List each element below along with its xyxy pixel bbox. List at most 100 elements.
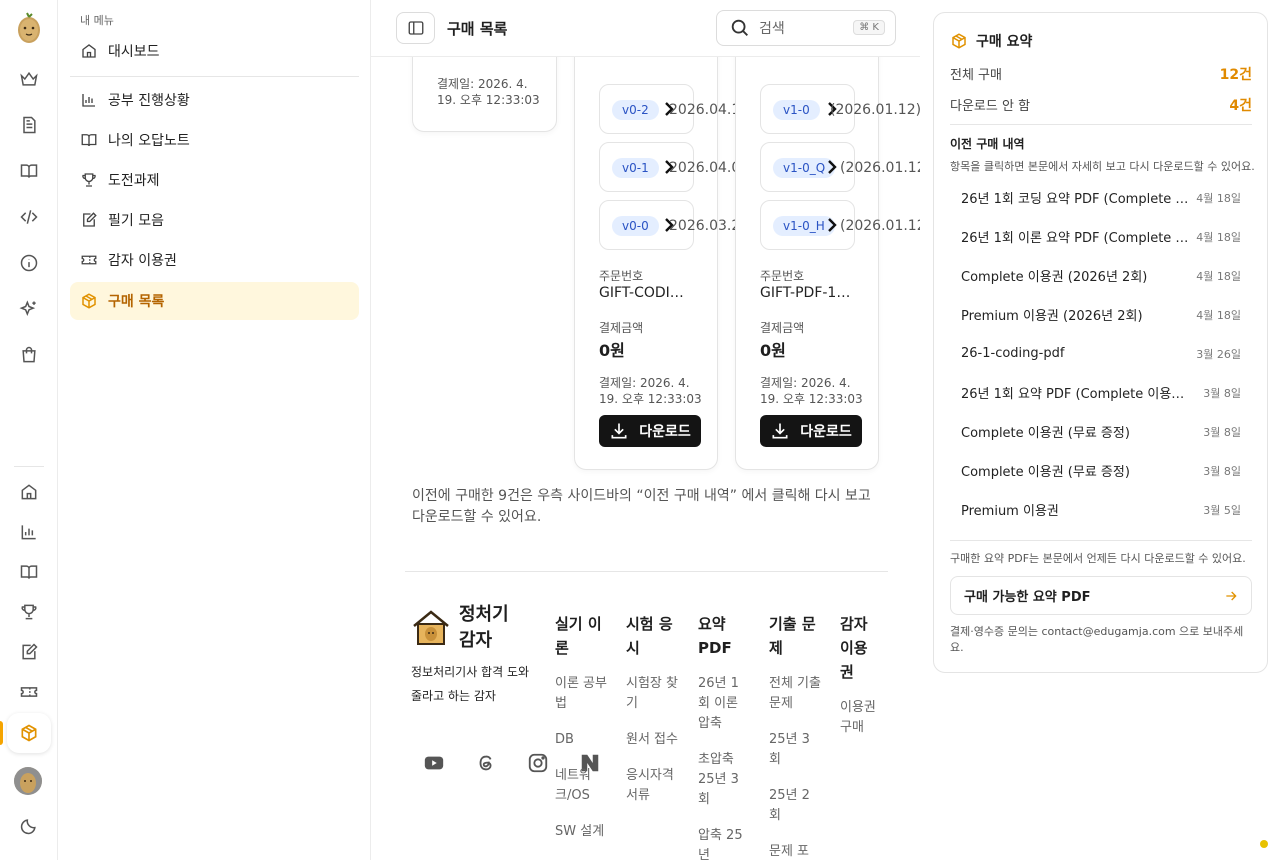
download-label: 다운로드	[639, 424, 691, 440]
history-item[interactable]: Complete 이용권 (2026년 2회) 4월 18일	[950, 256, 1252, 295]
footer-link[interactable]: 이론 공부법	[555, 674, 607, 714]
menu-item-wrong-notes[interactable]: 나의 오답노트	[70, 121, 359, 159]
search-input[interactable]: 검색 ⌘ K	[716, 10, 896, 46]
info-icon[interactable]	[15, 249, 43, 277]
shopping-bag-icon[interactable]	[15, 341, 43, 369]
footer-link[interactable]: 25년 3회	[769, 730, 821, 770]
history-item[interactable]: Complete 이용권 (무료 증정) 3월 8일	[950, 412, 1252, 451]
download-icon	[772, 423, 788, 439]
previous-purchases-note: 이전에 구매한 9건은 우측 사이드바의 “이전 구매 내역” 에서 클릭해 다…	[412, 488, 871, 525]
footer-link[interactable]: 전체 기출문제	[769, 674, 821, 714]
footer-column-heading: 감자 이용권	[840, 615, 868, 681]
footer-link[interactable]: 문제 포	[769, 842, 821, 860]
book-open-icon[interactable]	[15, 157, 43, 185]
main-content: 구매 목록 검색 ⌘ K 결제일: 2026. 4. 19. 오후 12:33:…	[371, 0, 920, 860]
footer-link[interactable]: 압축 25년	[698, 826, 750, 860]
summary-divider	[950, 540, 1252, 541]
footer-link[interactable]: 응시자격 서류	[626, 766, 678, 806]
crown-icon[interactable]	[15, 65, 43, 93]
top-bar: 구매 목록 검색 ⌘ K	[371, 0, 920, 57]
history-item[interactable]: 26년 1회 이론 요약 PDF (Complete 이용권 무료 증정)4월 …	[950, 217, 1252, 256]
amount-value: 0원	[760, 341, 786, 360]
summary-divider	[950, 124, 1252, 125]
trophy-icon[interactable]	[15, 598, 43, 626]
history-item[interactable]: Premium 이용권 3월 5일	[950, 490, 1252, 529]
search-icon	[731, 19, 748, 36]
history-item-title: 26년 1회 요약 PDF (Complete 이용권 무료 증정)	[961, 387, 1193, 402]
summary-row: 전체 구매 12건	[950, 64, 1252, 83]
menu-item-purchases[interactable]: 구매 목록	[70, 282, 359, 320]
brand-house-logo-icon	[413, 610, 449, 645]
potato-logo-icon[interactable]	[14, 12, 44, 44]
menu-heading: 내 메뉴	[80, 14, 114, 27]
footer-divider	[405, 571, 888, 572]
footer-link[interactable]: SW 설계	[555, 822, 607, 842]
menu-item-passes[interactable]: 감자 이용권	[70, 241, 359, 279]
arrow-right-icon	[1226, 591, 1237, 601]
history-item[interactable]: Premium 이용권 (2026년 2회) 4월 18일	[950, 295, 1252, 334]
menu-item-dashboard[interactable]: 대시보드	[70, 32, 359, 70]
history-item-title: Complete 이용권 (2026년 2회)	[961, 270, 1148, 285]
sidebar-toggle-button[interactable]	[396, 12, 435, 44]
menu-item-notes[interactable]: 필기 모음	[70, 201, 359, 239]
history-item[interactable]: Complete 이용권 (무료 증정) 3월 8일	[950, 451, 1252, 490]
instagram-icon[interactable]	[527, 752, 549, 774]
menu-item-label: 대시보드	[108, 44, 160, 60]
book-icon[interactable]	[15, 558, 43, 586]
ticket-icon[interactable]	[15, 678, 43, 706]
threads-icon[interactable]	[475, 752, 497, 774]
avatar[interactable]	[14, 767, 42, 795]
menu-item-label: 도전과제	[108, 173, 160, 189]
code-icon[interactable]	[15, 203, 43, 231]
footer-link[interactable]: 네트워크/OS	[555, 766, 607, 806]
dark-mode-moon-icon[interactable]	[15, 812, 43, 840]
history-item-date: 3월 8일	[1203, 386, 1241, 400]
note-edit-icon[interactable]	[15, 638, 43, 666]
footer-column-heading: 요약 PDF	[698, 615, 732, 657]
footer-link[interactable]: 시험장 찾기	[626, 674, 678, 714]
footer-link[interactable]: 원서 접수	[626, 730, 678, 750]
search-placeholder: 검색	[759, 21, 785, 37]
home-icon	[82, 44, 96, 58]
sparkles-icon[interactable]	[15, 295, 43, 323]
history-title: 이전 구매 내역	[950, 137, 1025, 151]
footer-link[interactable]: DB	[555, 730, 607, 750]
history-item-date: 4월 18일	[1196, 230, 1241, 244]
footer-link[interactable]: 25년 2회	[769, 786, 821, 826]
summary-row-value: 4건	[1229, 98, 1252, 114]
trophy-icon	[82, 173, 96, 187]
youtube-icon[interactable]	[423, 752, 445, 774]
document-icon[interactable]	[15, 111, 43, 139]
page-title: 구매 목록	[447, 20, 508, 38]
available-pdf-link[interactable]: 구매 가능한 요약 PDF	[950, 576, 1252, 615]
history-item[interactable]: 26년 1회 코딩 요약 PDF (Complete 이용권 무료 증정)4월 …	[950, 178, 1252, 217]
purchase-summary-panel: 구매 요약 전체 구매 12건 다운로드 안 함 4건 이전 구매 내역 항목을…	[933, 12, 1268, 673]
history-item-date: 4월 18일	[1196, 308, 1241, 322]
footer-column: 시험 응시 시험장 찾기 원서 접수 응시자격 서류	[626, 612, 678, 822]
history-item[interactable]: 26-1-coding-pdf 3월 26일	[950, 334, 1252, 373]
package-icon[interactable]	[15, 719, 43, 747]
summary-row-label: 전체 구매	[950, 68, 1002, 83]
version-pill: v0-1	[612, 158, 659, 178]
version-date: (2026.01.12)	[840, 218, 920, 234]
menu-item-challenges[interactable]: 도전과제	[70, 161, 359, 199]
history-item-title: 26년 1회 이론 요약 PDF (Complete 이용권 무료 증정)	[961, 231, 1193, 246]
menu-item-progress[interactable]: 공부 진행상황	[70, 81, 359, 119]
amount-value: 0원	[599, 341, 625, 360]
history-item-title: Premium 이용권	[961, 504, 1059, 519]
order-number: GIFT-CODI…	[599, 285, 684, 301]
footer-link[interactable]: 26년 1회 이론 압축	[698, 674, 750, 734]
footer-column: 감자 이용권 이용권 구매	[840, 612, 880, 754]
order-number: GIFT-PDF-1…	[760, 285, 851, 301]
footer-link[interactable]: 이용권 구매	[840, 698, 880, 738]
version-date: 2026.04.1	[669, 102, 741, 118]
menu-item-label: 공부 진행상황	[108, 93, 190, 109]
history-item-title: 26년 1회 코딩 요약 PDF (Complete 이용권 무료 증정)	[961, 192, 1193, 207]
footer-column-heading: 실기 이론	[555, 615, 602, 657]
bar-chart-icon[interactable]	[15, 518, 43, 546]
download-button[interactable]: 다운로드	[599, 415, 701, 447]
home-icon[interactable]	[15, 478, 43, 506]
footer-link[interactable]: 초압축 25년 3회	[698, 750, 750, 810]
history-item[interactable]: 26년 1회 요약 PDF (Complete 이용권 무료 증정) 3월 8일	[950, 373, 1252, 412]
download-button[interactable]: 다운로드	[760, 415, 862, 447]
